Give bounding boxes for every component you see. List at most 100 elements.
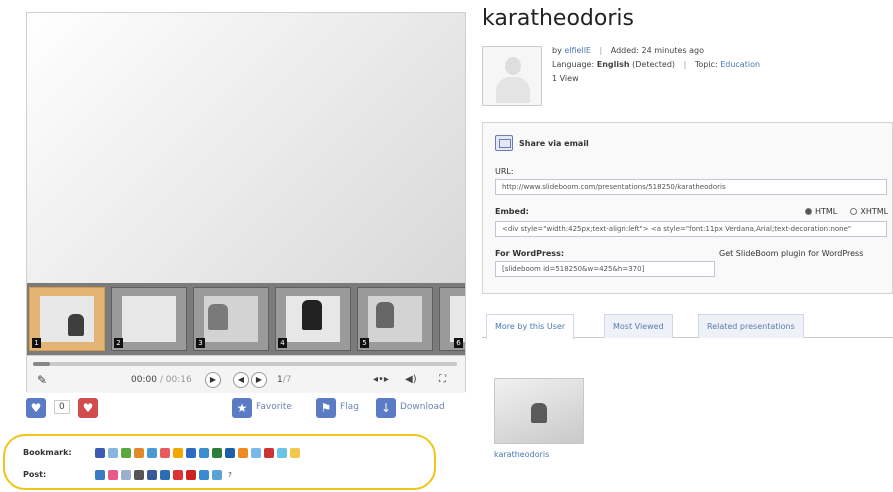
newsvine-icon[interactable] bbox=[147, 448, 157, 458]
fullscreen-icon[interactable]: ⛶ bbox=[439, 372, 446, 388]
zoom-icon[interactable]: ◂•▸ bbox=[373, 372, 389, 388]
progress-bar[interactable] bbox=[33, 362, 457, 366]
progress-fill bbox=[33, 362, 50, 366]
flag-label[interactable]: Flag bbox=[340, 402, 359, 412]
related-presentation-thumbnail[interactable] bbox=[494, 378, 584, 444]
flag-icon[interactable]: ⚑ bbox=[316, 398, 336, 418]
friendster-icon[interactable] bbox=[199, 470, 209, 480]
thumbnail-number: 2 bbox=[114, 338, 123, 348]
blogger-icon[interactable] bbox=[95, 470, 105, 480]
more-bookmarks-icon[interactable] bbox=[290, 448, 300, 458]
xhtml-radio[interactable] bbox=[850, 208, 858, 215]
share-via-email-link[interactable]: Share via email bbox=[519, 139, 589, 148]
html-radio[interactable] bbox=[805, 208, 812, 215]
avatar-body bbox=[496, 77, 530, 103]
blinklist-icon[interactable] bbox=[108, 448, 118, 458]
wordpress-label: For WordPress: bbox=[495, 249, 565, 258]
previous-slide-icon[interactable]: ◀ bbox=[233, 372, 249, 388]
related-tabs: More by this User Most Viewed Related pr… bbox=[482, 314, 893, 339]
related-presentation-link[interactable]: karatheodoris bbox=[494, 450, 549, 459]
play-icon[interactable]: ▶ bbox=[205, 372, 221, 388]
thumbnail-6[interactable]: 6 bbox=[439, 287, 465, 351]
technorati-icon[interactable] bbox=[212, 448, 222, 458]
thumbnail-number: 1 bbox=[32, 338, 41, 348]
vox-icon[interactable] bbox=[186, 470, 196, 480]
xhtml-option-label: XHTML bbox=[860, 207, 889, 216]
presentation-title: karatheodoris bbox=[482, 6, 634, 31]
favorite-label[interactable]: Favorite bbox=[256, 402, 292, 412]
time-current: 00:00 bbox=[131, 375, 157, 385]
simpy-icon[interactable] bbox=[173, 448, 183, 458]
url-field[interactable]: http://www.slideboom.com/presentations/5… bbox=[495, 179, 887, 195]
facebook-icon[interactable] bbox=[147, 470, 157, 480]
thumbnail-4[interactable]: 4 bbox=[275, 287, 351, 351]
current-slide-view[interactable] bbox=[27, 13, 465, 283]
next-slide-icon[interactable]: ▶ bbox=[251, 372, 267, 388]
thumbnail-1[interactable]: 1 bbox=[29, 287, 105, 351]
thumbnail-3[interactable]: 3 bbox=[193, 287, 269, 351]
player-controls: ✎ 00:00 / 00:16 ▶ ◀ ▶ 1/7 ◂•▸ ◀) ⛶ bbox=[27, 355, 465, 393]
meta-line-language: Language: English (Detected) | Topic: Ed… bbox=[552, 60, 761, 69]
thumbnail-strip: 1 2 3 4 5 6 bbox=[27, 283, 465, 355]
added-time: Added: 24 minutes ago bbox=[610, 46, 705, 55]
livejournal-icon[interactable] bbox=[121, 470, 131, 480]
download-label[interactable]: Download bbox=[400, 402, 445, 412]
google-bookmarks-icon[interactable] bbox=[251, 448, 261, 458]
thumbnail-image bbox=[122, 296, 176, 342]
byline-prefix: by bbox=[552, 46, 562, 55]
wordpress-icon[interactable] bbox=[160, 470, 170, 480]
tumblr-icon[interactable] bbox=[173, 470, 183, 480]
furl-icon[interactable] bbox=[121, 448, 131, 458]
unfavorite-icon[interactable]: ♥ bbox=[78, 398, 98, 418]
figure-icon bbox=[531, 403, 547, 423]
html-option-label: HTML bbox=[815, 207, 838, 216]
spurl-icon[interactable] bbox=[186, 448, 196, 458]
favorite-count: 0 bbox=[54, 400, 70, 414]
magnolia-icon[interactable] bbox=[134, 448, 144, 458]
post-label: Post: bbox=[23, 470, 47, 479]
hi5-icon[interactable] bbox=[212, 470, 222, 480]
slide-player: 1 2 3 4 5 6 ✎ 00:00 / 00:16 ▶ ◀ ▶ 1/7 ◂•… bbox=[26, 12, 466, 393]
bookmark-icon-row bbox=[95, 448, 300, 458]
wordpress-plugin-link[interactable]: Get SlideBoom plugin for WordPress bbox=[719, 249, 863, 258]
pen-tool-icon[interactable]: ✎ bbox=[37, 372, 47, 388]
help-icon[interactable]: ? bbox=[225, 470, 235, 480]
topic-prefix: Topic: bbox=[694, 60, 718, 69]
thumbnail-5[interactable]: 5 bbox=[357, 287, 433, 351]
action-bar: ♥ 0 ♥ ★ Favorite ⚑ Flag ↓ Download bbox=[26, 396, 466, 422]
bookmark-label: Bookmark: bbox=[23, 448, 72, 457]
share-embed-panel: Share via email URL: http://www.slideboo… bbox=[482, 122, 893, 294]
favorite-icon[interactable]: ♥ bbox=[26, 398, 46, 418]
figure-icon bbox=[68, 314, 84, 336]
slide-total: 7 bbox=[285, 375, 292, 385]
blogmarks-icon[interactable] bbox=[238, 448, 248, 458]
wordpress-code-field[interactable]: [slideboom id=518250&w=425&h=370] bbox=[495, 261, 715, 277]
tab-related-presentations[interactable]: Related presentations bbox=[698, 314, 804, 338]
tab-more-by-user[interactable]: More by this User bbox=[486, 314, 575, 339]
netvouz-icon[interactable] bbox=[277, 448, 287, 458]
tab-most-viewed[interactable]: Most Viewed bbox=[604, 314, 673, 338]
meta-line-author: by elfiellE | Added: 24 minutes ago bbox=[552, 46, 705, 55]
topic-link[interactable]: Education bbox=[720, 60, 760, 69]
myspace-icon[interactable] bbox=[108, 470, 118, 480]
typepad-icon[interactable] bbox=[134, 470, 144, 480]
thumbnail-number: 5 bbox=[360, 338, 369, 348]
embed-code-field[interactable]: <div style="width:425px;text-align:left"… bbox=[495, 221, 887, 237]
language-value: English bbox=[596, 60, 630, 69]
avatar-head bbox=[505, 57, 521, 75]
download-icon[interactable]: ↓ bbox=[376, 398, 396, 418]
reddit-icon[interactable] bbox=[160, 448, 170, 458]
delicious-icon[interactable] bbox=[95, 448, 105, 458]
email-icon[interactable] bbox=[495, 135, 513, 151]
yahoo-icon[interactable] bbox=[264, 448, 274, 458]
thumbnail-2[interactable]: 2 bbox=[111, 287, 187, 351]
figure-icon bbox=[302, 300, 322, 330]
thumbnail-number: 6 bbox=[454, 338, 463, 348]
digg-icon[interactable] bbox=[225, 448, 235, 458]
stumbleupon-icon[interactable] bbox=[199, 448, 209, 458]
author-link[interactable]: elfiellE bbox=[564, 46, 591, 55]
author-avatar[interactable] bbox=[482, 46, 542, 106]
url-label: URL: bbox=[495, 167, 514, 176]
volume-icon[interactable]: ◀) bbox=[405, 372, 417, 388]
favorite-star-icon[interactable]: ★ bbox=[232, 398, 252, 418]
